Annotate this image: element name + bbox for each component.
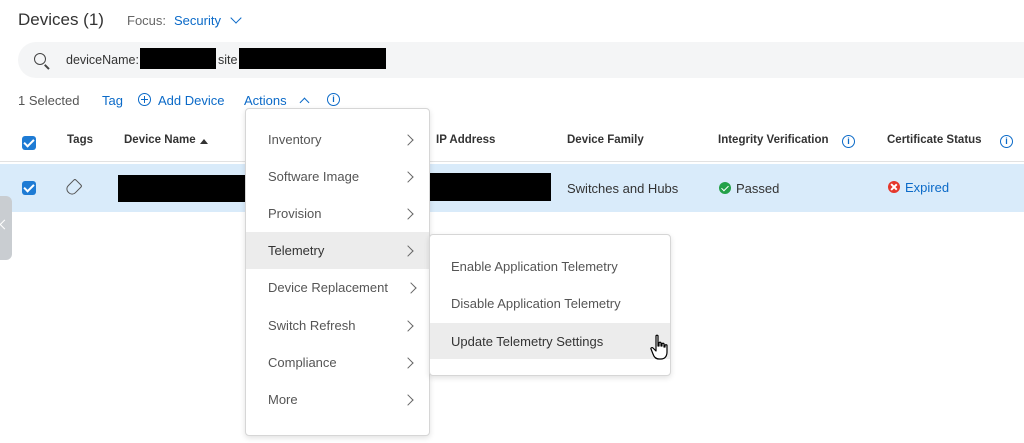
focus-label: Focus: (127, 13, 167, 28)
menu-item-software-image[interactable]: Software Image (246, 158, 429, 195)
redacted-ip-address (430, 173, 551, 201)
column-header-device-name[interactable]: Device Name (124, 134, 196, 146)
menu-item-label: Enable Application Telemetry (451, 259, 618, 274)
actions-button[interactable]: Actions (244, 93, 287, 108)
info-icon[interactable]: i (327, 93, 340, 106)
add-device-button[interactable]: Add Device (158, 93, 224, 108)
redacted-device-name (118, 175, 246, 202)
chevron-right-icon (402, 245, 414, 257)
menu-item-telemetry[interactable]: Telemetry (246, 232, 429, 269)
certificate-status[interactable]: Expired (905, 180, 949, 195)
menu-item-disable-application-telemetry[interactable]: Disable Application Telemetry (430, 285, 670, 321)
menu-item-label: Inventory (268, 132, 322, 147)
menu-item-switch-refresh[interactable]: Switch Refresh (246, 307, 429, 344)
column-header-integrity-verification[interactable]: Integrity Verification (718, 134, 829, 146)
menu-item-update-telemetry-settings[interactable]: Update Telemetry Settings (430, 323, 670, 359)
row-checkbox[interactable] (22, 181, 36, 195)
menu-item-more[interactable]: More (246, 381, 429, 418)
menu-item-label: More (268, 392, 298, 407)
select-all-checkbox[interactable] (22, 136, 36, 150)
column-header-tags: Tags (67, 134, 93, 146)
tag-button[interactable]: Tag (102, 93, 123, 108)
header-divider (0, 161, 1024, 162)
chevron-right-icon (405, 282, 417, 294)
device-family-cell: Switches and Hubs (567, 181, 679, 196)
chevron-up-icon[interactable] (299, 97, 310, 108)
error-circle-icon (888, 181, 900, 193)
menu-item-inventory[interactable]: Inventory (246, 121, 429, 158)
redacted-value (239, 48, 386, 69)
column-header-certificate-status[interactable]: Certificate Status (887, 134, 982, 146)
menu-item-enable-application-telemetry[interactable]: Enable Application Telemetry (430, 248, 670, 284)
menu-item-provision[interactable]: Provision (246, 195, 429, 232)
selected-count: 1 Selected (18, 93, 80, 108)
page-title: Devices (1) (18, 10, 104, 29)
menu-item-label: Software Image (268, 169, 360, 184)
chevron-right-icon (402, 357, 414, 369)
collapse-panel-handle[interactable] (0, 196, 12, 260)
search-filter-device-name[interactable]: deviceName: (66, 53, 139, 67)
redacted-value (140, 48, 216, 69)
telemetry-submenu: Enable Application Telemetry Disable App… (429, 234, 671, 376)
chevron-right-icon (402, 134, 414, 146)
column-header-device-family[interactable]: Device Family (567, 134, 644, 146)
chevron-right-icon (402, 320, 414, 332)
info-icon[interactable]: i (842, 135, 855, 148)
check-circle-icon (719, 182, 731, 194)
info-icon[interactable]: i (1000, 135, 1013, 148)
menu-item-label: Telemetry (268, 243, 325, 258)
add-icon[interactable] (138, 93, 151, 106)
search-filter-site[interactable]: site (218, 53, 237, 67)
focus-dropdown[interactable]: Security (174, 13, 221, 28)
menu-item-label: Switch Refresh (268, 318, 356, 333)
actions-menu: Inventory Software Image Provision Telem… (245, 108, 430, 436)
column-header-ip-address[interactable]: IP Address (436, 134, 495, 146)
menu-item-compliance[interactable]: Compliance (246, 344, 429, 381)
chevron-down-icon[interactable] (230, 12, 242, 24)
menu-item-label: Compliance (268, 355, 337, 370)
menu-item-label: Provision (268, 206, 322, 221)
menu-item-device-replacement[interactable]: Device Replacement (246, 269, 429, 306)
menu-item-label: Device Replacement (268, 280, 388, 295)
search-icon (34, 53, 46, 65)
chevron-right-icon (402, 171, 414, 183)
chevron-right-icon (402, 208, 414, 220)
chevron-right-icon (402, 394, 414, 406)
chevron-left-icon (0, 219, 10, 230)
sort-ascending-icon[interactable] (200, 139, 208, 144)
menu-item-label: Disable Application Telemetry (451, 296, 621, 311)
menu-item-label: Update Telemetry Settings (451, 334, 604, 349)
integrity-status: Passed (736, 181, 780, 196)
hand-cursor-icon (650, 334, 668, 360)
